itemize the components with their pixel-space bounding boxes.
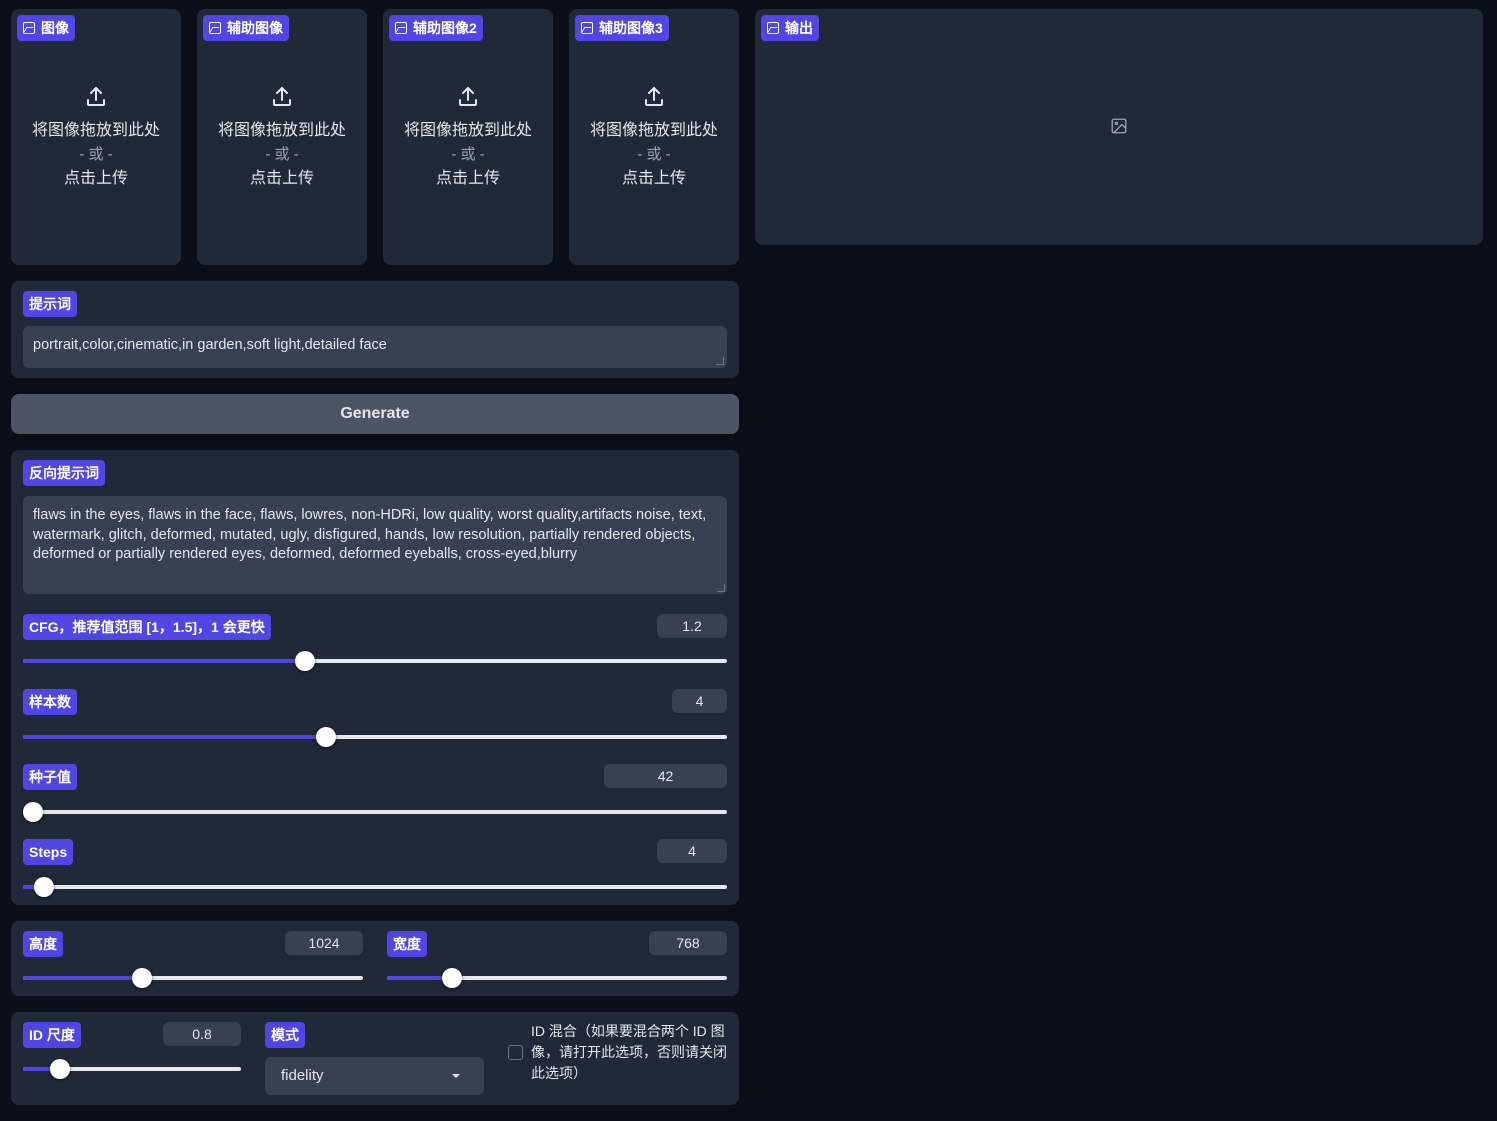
cfg-slider[interactable] — [23, 651, 727, 671]
upload-dropzone[interactable]: 将图像拖放到此处 - 或 - 点击上传 — [569, 85, 739, 191]
output-label-badge: 输出 — [761, 15, 819, 41]
resize-handle[interactable] — [717, 584, 725, 592]
drop-text: 将图像拖放到此处 — [31, 122, 160, 139]
seed-slider[interactable] — [23, 802, 727, 822]
samples-label: 样本数 — [23, 689, 77, 715]
upload-dropzone[interactable]: 将图像拖放到此处 - 或 - 点击上传 — [383, 85, 553, 191]
samples-number-input[interactable]: 4 — [672, 689, 727, 713]
width-number-input[interactable]: 768 — [649, 931, 727, 955]
slider-fill — [23, 976, 142, 980]
id-mix-checkbox[interactable] — [508, 1045, 523, 1060]
image-icon — [23, 22, 35, 34]
upload-icon — [273, 87, 291, 106]
generate-button[interactable]: Generate — [11, 394, 739, 434]
steps-slider[interactable] — [23, 877, 727, 897]
size-panel: 高度 1024 宽度 768 — [11, 921, 739, 996]
prompt-label: 提示词 — [23, 291, 77, 317]
image-upload-panel-3[interactable]: 辅助图像2 将图像拖放到此处 - 或 - 点击上传 — [383, 9, 553, 265]
mode-selected-value: fidelity — [281, 1067, 324, 1084]
resize-handle[interactable] — [716, 357, 724, 365]
output-panel: 输出 — [755, 9, 1483, 245]
seed-number-input[interactable]: 42 — [604, 764, 727, 788]
negative-prompt-input[interactable]: flaws in the eyes, flaws in the face, fl… — [23, 496, 727, 594]
height-label: 高度 — [23, 931, 63, 957]
image-upload-panel-1[interactable]: 图像 将图像拖放到此处 - 或 - 点击上传 — [11, 9, 181, 265]
or-text: - 或 - — [79, 146, 113, 163]
id-scale-slider[interactable] — [23, 1059, 241, 1079]
mode-dropdown[interactable]: fidelity — [265, 1057, 484, 1095]
slider-thumb[interactable] — [315, 727, 336, 747]
image-icon — [209, 22, 221, 34]
chevron-down-icon — [452, 1074, 460, 1078]
or-text: - 或 - — [637, 146, 671, 163]
click-upload-text: 点击上传 — [621, 170, 686, 187]
image-icon — [395, 22, 407, 34]
prompt-panel: 提示词 portrait,color,cinematic,in garden,s… — [11, 281, 739, 378]
seed-label: 种子值 — [23, 764, 77, 790]
or-text: - 或 - — [265, 146, 299, 163]
id-panel: ID 尺度 0.8 模式 fidelity ID 混合（如果要混合两个 ID 图… — [11, 1012, 739, 1105]
prompt-input[interactable]: portrait,color,cinematic,in garden,soft … — [23, 326, 727, 368]
slider-thumb[interactable] — [50, 1059, 71, 1079]
id-mix-label[interactable]: ID 混合（如果要混合两个 ID 图像，请打开此选项，否则请关闭此选项） — [531, 1021, 727, 1084]
image-label-badge: 图像 — [17, 15, 75, 41]
cfg-label: CFG，推荐值范围 [1，1.5]，1 会更快 — [23, 614, 271, 640]
slider-fill — [23, 735, 326, 739]
click-upload-text: 点击上传 — [249, 170, 314, 187]
height-number-input[interactable]: 1024 — [285, 931, 363, 955]
height-slider[interactable] — [23, 968, 363, 988]
id-scale-label: ID 尺度 — [23, 1022, 81, 1048]
upload-dropzone[interactable]: 将图像拖放到此处 - 或 - 点击上传 — [197, 85, 367, 191]
image-label-badge: 辅助图像2 — [389, 15, 483, 41]
upload-icon — [645, 87, 663, 106]
settings-panel: 反向提示词 flaws in the eyes, flaws in the fa… — [11, 450, 739, 905]
steps-label: Steps — [23, 839, 74, 865]
width-slider[interactable] — [387, 968, 727, 988]
upload-icon — [87, 87, 105, 106]
image-placeholder-icon — [1111, 118, 1127, 134]
upload-icon — [459, 87, 477, 106]
image-label-badge: 辅助图像3 — [575, 15, 669, 41]
slider-thumb[interactable] — [23, 802, 43, 822]
drop-text: 将图像拖放到此处 — [589, 122, 718, 139]
drop-text: 将图像拖放到此处 — [403, 122, 532, 139]
image-icon — [767, 22, 779, 34]
samples-slider[interactable] — [23, 727, 727, 747]
slider-thumb[interactable] — [132, 968, 152, 988]
image-icon — [581, 22, 593, 34]
slider-fill — [23, 659, 305, 663]
mode-label: 模式 — [265, 1022, 305, 1048]
slider-thumb[interactable] — [34, 877, 55, 897]
slider-thumb[interactable] — [441, 968, 462, 988]
or-text: - 或 - — [451, 146, 485, 163]
width-label: 宽度 — [387, 931, 427, 957]
image-label-badge: 辅助图像 — [203, 15, 289, 41]
slider-thumb[interactable] — [294, 651, 315, 671]
negative-prompt-label: 反向提示词 — [23, 460, 105, 486]
image-upload-panel-4[interactable]: 辅助图像3 将图像拖放到此处 - 或 - 点击上传 — [569, 9, 739, 265]
image-upload-panel-2[interactable]: 辅助图像 将图像拖放到此处 - 或 - 点击上传 — [197, 9, 367, 265]
id-scale-number-input[interactable]: 0.8 — [163, 1022, 241, 1046]
drop-text: 将图像拖放到此处 — [217, 122, 346, 139]
upload-dropzone[interactable]: 将图像拖放到此处 - 或 - 点击上传 — [11, 85, 181, 191]
click-upload-text: 点击上传 — [435, 170, 500, 187]
cfg-number-input[interactable]: 1.2 — [657, 614, 727, 638]
click-upload-text: 点击上传 — [63, 170, 128, 187]
steps-number-input[interactable]: 4 — [657, 839, 727, 863]
